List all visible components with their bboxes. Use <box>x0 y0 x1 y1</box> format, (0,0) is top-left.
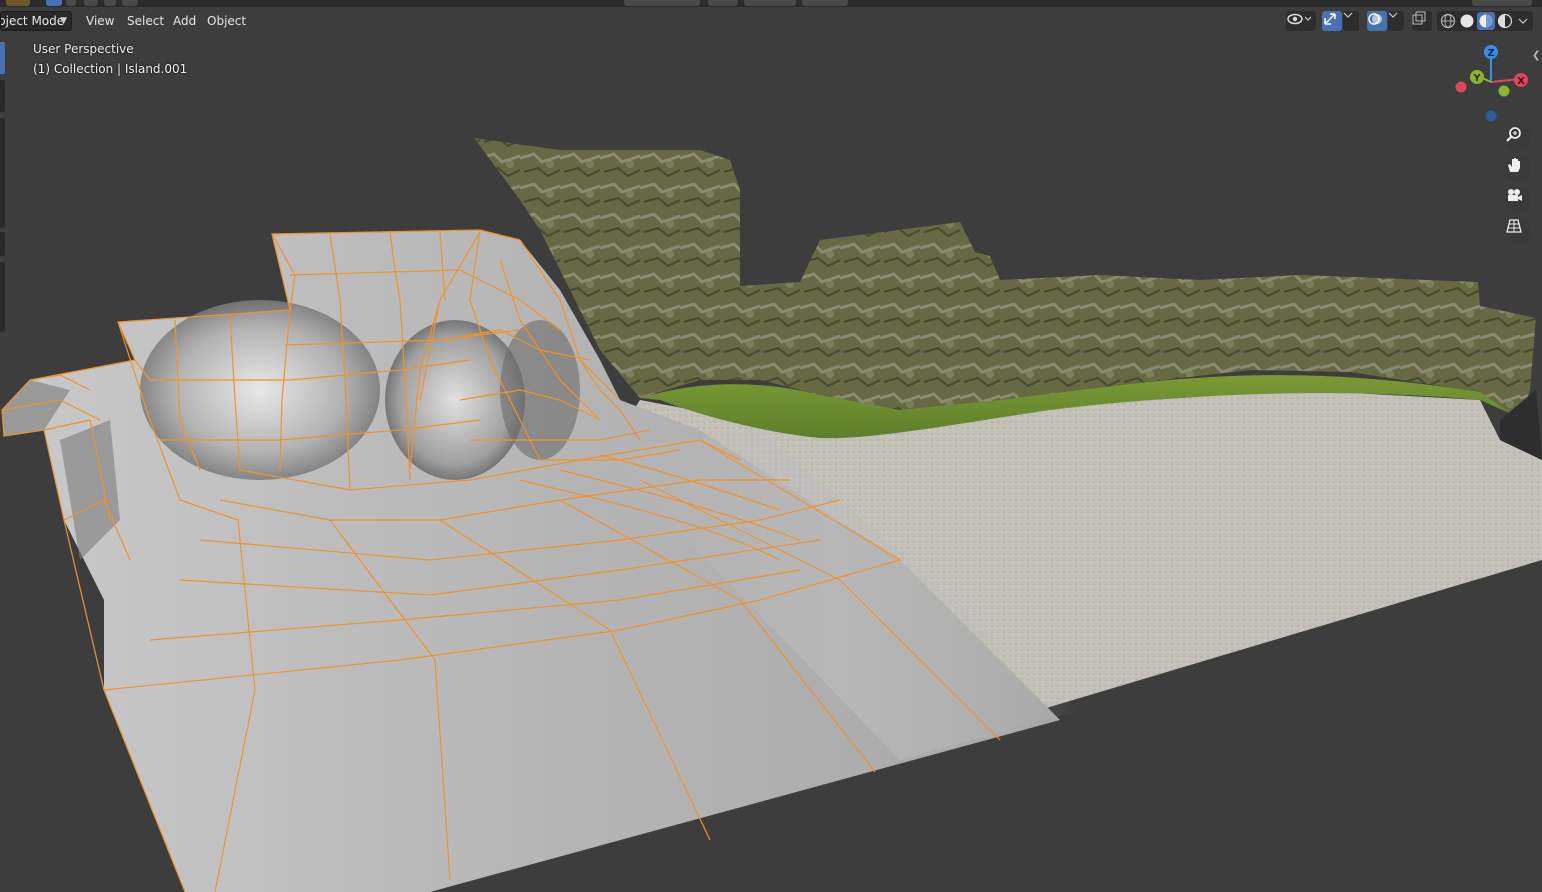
toolbar-select-tool[interactable] <box>0 42 5 74</box>
toolbar-tool[interactable] <box>0 80 5 112</box>
options-dropdown[interactable] <box>1472 0 1532 6</box>
transform-orientation-dropdown[interactable] <box>624 0 700 6</box>
navigation-gizmo[interactable]: Z Y X <box>1450 40 1530 125</box>
xray-icon <box>1412 11 1426 25</box>
overlay-dropdown[interactable] <box>1388 11 1404 31</box>
view-perspective-label: User Perspective <box>33 42 134 56</box>
visibility-dropdown[interactable] <box>1286 11 1316 31</box>
mode-label: bject Mode <box>0 14 65 28</box>
select-mode-icon[interactable] <box>122 0 138 6</box>
proportional-edit-dropdown[interactable] <box>802 0 848 6</box>
gizmo-neg-y-axis[interactable] <box>1498 85 1510 97</box>
pan-button[interactable] <box>1505 156 1531 182</box>
toolbar-annotate-tools[interactable] <box>0 262 5 332</box>
top-bar-edge <box>0 0 1542 7</box>
scene-render <box>1 138 1542 892</box>
wireframe-shading-button[interactable] <box>1439 12 1457 30</box>
select-box-icon[interactable] <box>46 0 62 6</box>
gizmo-dropdown[interactable] <box>1343 11 1359 31</box>
pan-hand-icon <box>1508 158 1520 172</box>
rock-cliff <box>474 138 1536 420</box>
chevron-down-icon <box>1518 18 1528 24</box>
zoom-icon <box>1506 127 1521 142</box>
chevron-down-icon: ▼ <box>60 16 67 26</box>
active-object-label: (1) Collection | Island.001 <box>33 62 188 76</box>
gizmo-x-label: X <box>1517 76 1525 87</box>
camera-view-button[interactable] <box>1505 187 1531 213</box>
toolbar-tool[interactable] <box>0 232 5 256</box>
material-sphere-icon <box>1479 14 1493 28</box>
chevron-down-icon <box>1388 12 1398 18</box>
3d-viewport[interactable]: bject Mode ▼ View Select Add Object User… <box>0 0 1542 892</box>
gizmo-y-label: Y <box>1472 73 1481 84</box>
solid-sphere-icon <box>1460 14 1474 28</box>
select-mode-icon[interactable] <box>84 0 98 6</box>
zoom-button[interactable] <box>1505 126 1531 152</box>
menu-select[interactable]: Select <box>121 11 170 31</box>
wireframe-sphere-icon <box>1441 14 1455 28</box>
snap-dropdown[interactable] <box>744 0 796 6</box>
rendered-sphere-icon <box>1497 13 1513 29</box>
gizmo-icon <box>1324 13 1336 25</box>
gizmo-z-label: Z <box>1487 48 1494 59</box>
toolbar-transform-tools[interactable] <box>0 118 5 228</box>
overlay-toggle[interactable] <box>1367 11 1387 31</box>
grid-icon <box>1506 219 1522 233</box>
select-mode-icon[interactable] <box>104 0 116 6</box>
gizmo-neg-z-axis[interactable] <box>1485 110 1497 122</box>
select-mode-icon[interactable] <box>66 0 76 6</box>
sidebar-expand-icon[interactable]: ❮ <box>1532 50 1540 61</box>
editor-type-icon[interactable] <box>6 0 30 6</box>
material-preview-button[interactable] <box>1477 12 1495 30</box>
rendered-shading-button[interactable] <box>1496 12 1514 30</box>
solid-shading-button[interactable] <box>1458 12 1476 30</box>
menu-view[interactable]: View <box>80 11 120 31</box>
xray-toggle[interactable] <box>1412 11 1432 31</box>
mode-dropdown[interactable]: bject Mode ▼ <box>0 11 72 31</box>
shading-mode-group <box>1437 11 1533 31</box>
gizmo-toggle[interactable] <box>1322 11 1342 31</box>
pivot-dropdown[interactable] <box>708 0 738 6</box>
menu-object[interactable]: Object <box>201 11 252 31</box>
camera-icon <box>1508 189 1522 201</box>
chevron-down-icon <box>1343 12 1353 18</box>
shading-dropdown[interactable] <box>1516 12 1534 30</box>
menu-add[interactable]: Add <box>167 11 202 31</box>
eye-icon <box>1287 13 1312 25</box>
ortho-toggle-button[interactable] <box>1505 217 1531 243</box>
overlay-icon <box>1368 13 1382 25</box>
gizmo-neg-x-axis[interactable] <box>1455 81 1467 93</box>
